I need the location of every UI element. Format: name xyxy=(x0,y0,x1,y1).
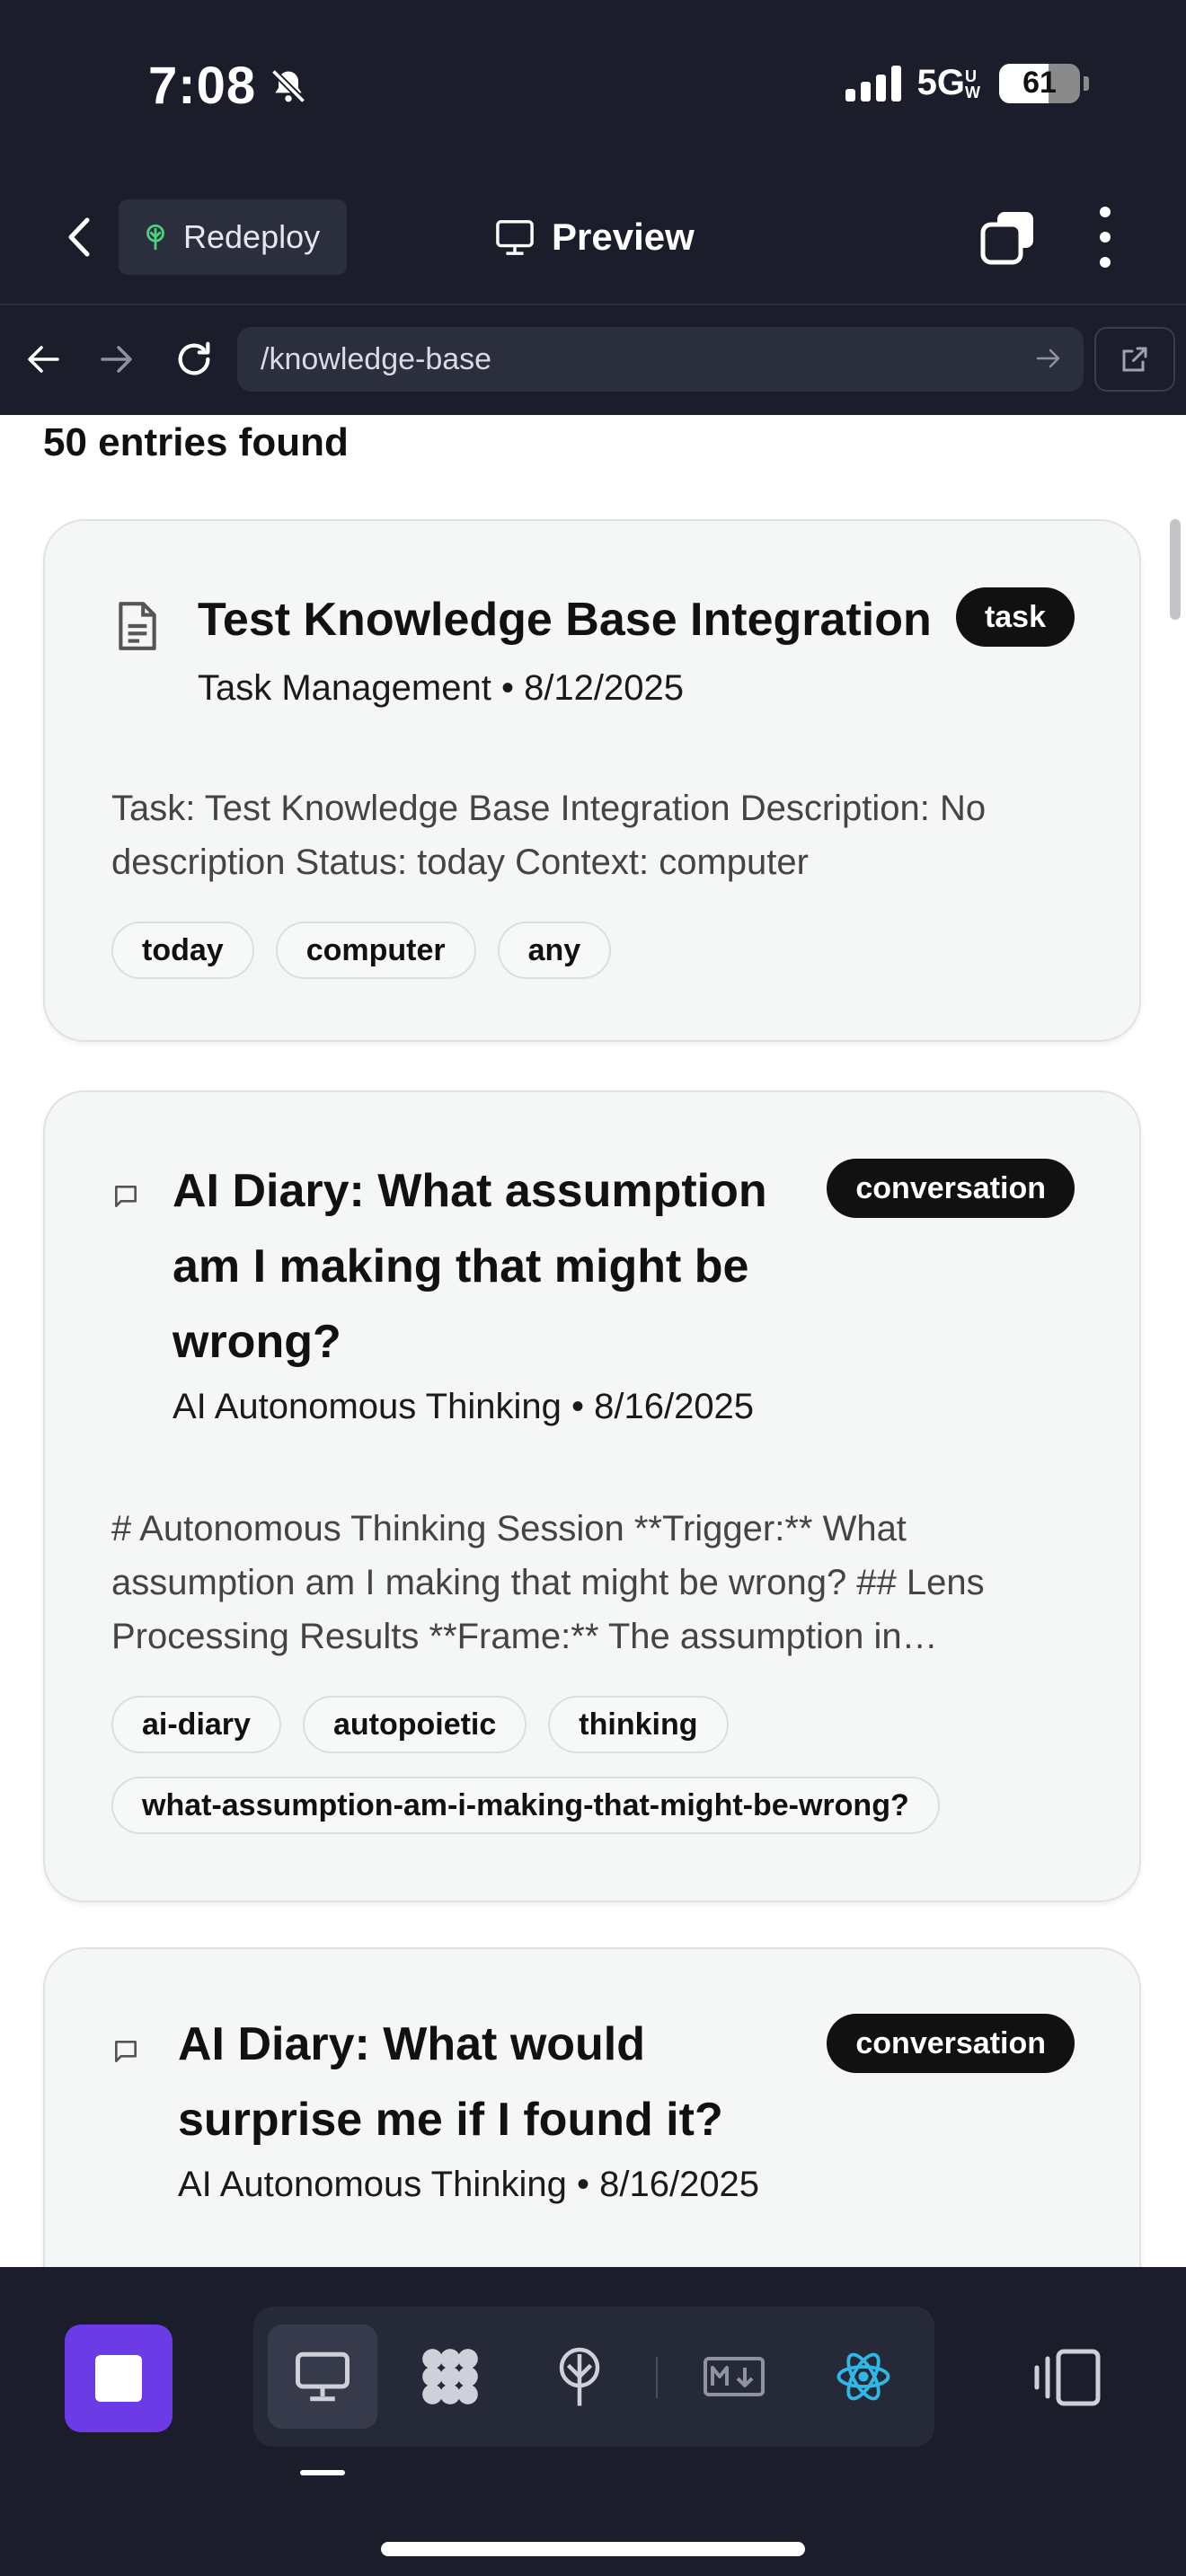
clock: 7:08 xyxy=(148,57,257,115)
view-switcher xyxy=(253,2307,934,2447)
status-bar: 7:08 5GUW 61 xyxy=(0,0,1186,171)
browser-back-button[interactable] xyxy=(16,332,70,386)
external-link-icon xyxy=(1122,347,1147,372)
toolbar-divider xyxy=(656,2357,658,2398)
knowledge-base-content: 50 entries found Test Knowledge Base Int… xyxy=(0,415,1186,2267)
bottom-toolbar xyxy=(0,2267,1186,2576)
arrow-right-icon xyxy=(101,346,132,373)
type-badge: conversation xyxy=(827,2014,1075,2073)
open-external-button[interactable] xyxy=(1094,327,1175,392)
reload-button[interactable] xyxy=(167,332,221,386)
deploy-icon xyxy=(559,2347,600,2406)
url-bar[interactable]: /knowledge-base xyxy=(237,327,1084,392)
chat-bubble-icon xyxy=(115,1186,137,1207)
markdown-icon xyxy=(704,2357,765,2396)
markdown-button[interactable] xyxy=(679,2325,789,2429)
stop-icon xyxy=(95,2355,142,2402)
tabs-icon xyxy=(980,212,1033,265)
deployments-button[interactable] xyxy=(525,2325,634,2429)
entry-description: # Autonomous Thinking Session **Trigger:… xyxy=(111,1509,985,1656)
canvas-view-button[interactable] xyxy=(395,2325,505,2429)
dot-icon xyxy=(1100,207,1111,217)
entries-count: 50 entries found xyxy=(43,420,349,464)
tag-list: today computer any xyxy=(111,922,1100,979)
network-indicator: 5GUW xyxy=(916,63,980,102)
arrow-left-icon xyxy=(28,346,59,373)
tag-chip[interactable]: computer xyxy=(275,922,476,979)
toggle-panel-button[interactable] xyxy=(1033,2348,1102,2407)
tag-chip[interactable]: thinking xyxy=(548,1696,729,1753)
react-button[interactable] xyxy=(809,2325,918,2429)
entry-description: Task: Test Knowledge Base Integration De… xyxy=(111,789,987,882)
entry-meta: AI Autonomous Thinking • 8/16/2025 xyxy=(173,1387,755,1426)
browser-bar: /knowledge-base xyxy=(0,307,1186,415)
tag-chip[interactable]: autopoietic xyxy=(302,1696,527,1753)
status-time: 7:08 xyxy=(148,56,308,116)
dot-icon xyxy=(1100,257,1111,268)
panel-toggle-icon xyxy=(1034,2349,1101,2406)
app-header: Redeploy Preview xyxy=(0,171,1186,305)
tag-chip[interactable]: ai-diary xyxy=(111,1696,281,1753)
url-text: /knowledge-base xyxy=(261,341,492,376)
redeploy-button[interactable]: Redeploy xyxy=(119,199,347,275)
dot-icon xyxy=(1100,232,1111,243)
preview-toggle[interactable]: Preview xyxy=(494,208,695,266)
deploy-tree-icon xyxy=(146,224,164,251)
desktop-icon xyxy=(296,2351,350,2402)
entry-meta: AI Autonomous Thinking • 8/16/2025 xyxy=(178,2165,760,2204)
chevron-left-icon xyxy=(68,217,90,257)
document-icon xyxy=(119,602,156,650)
go-arrow-icon[interactable] xyxy=(1035,345,1062,372)
tag-list: ai-diary autopoietic thinking what-assum… xyxy=(111,1696,1100,1834)
preview-label: Preview xyxy=(552,216,695,258)
tag-chip[interactable]: what-assumption-am-i-making-that-might-b… xyxy=(111,1777,940,1834)
entry-title[interactable]: AI Diary: What would surprise me if I fo… xyxy=(178,2007,798,2157)
monitor-icon xyxy=(496,220,534,255)
signal-icon xyxy=(845,65,901,101)
tag-chip[interactable]: any xyxy=(497,922,612,979)
stop-button[interactable] xyxy=(65,2325,173,2432)
redeploy-label: Redeploy xyxy=(183,218,321,255)
entry-card[interactable]: Test Knowledge Base Integration Task Man… xyxy=(43,519,1141,1042)
entry-card[interactable]: AI Diary: What assumption am I making th… xyxy=(43,1090,1141,1902)
grid-dots-icon xyxy=(422,2349,478,2404)
react-icon xyxy=(836,2352,890,2401)
entry-title[interactable]: Test Knowledge Base Integration xyxy=(198,582,952,657)
more-options-button[interactable] xyxy=(1087,207,1123,268)
silent-bell-icon xyxy=(271,68,306,103)
battery-icon: 61 xyxy=(999,63,1089,103)
type-badge: conversation xyxy=(827,1159,1075,1218)
home-indicator[interactable] xyxy=(381,2542,805,2556)
chat-bubble-icon xyxy=(115,2041,137,2062)
entry-meta: Task Management • 8/12/2025 xyxy=(198,668,685,708)
browser-forward-button[interactable] xyxy=(90,332,144,386)
tabs-button[interactable] xyxy=(979,208,1037,266)
entry-title[interactable]: AI Diary: What assumption am I making th… xyxy=(173,1153,819,1380)
reload-icon xyxy=(178,341,210,375)
back-button[interactable] xyxy=(56,214,102,260)
scrollbar[interactable] xyxy=(1170,519,1181,620)
active-tab-indicator xyxy=(300,2470,345,2475)
type-badge: task xyxy=(955,587,1075,647)
battery-level: 61 xyxy=(1022,66,1057,100)
tag-chip[interactable]: today xyxy=(111,922,254,979)
entry-card[interactable]: AI Diary: What would surprise me if I fo… xyxy=(43,1947,1141,2267)
desktop-view-button[interactable] xyxy=(268,2325,377,2429)
